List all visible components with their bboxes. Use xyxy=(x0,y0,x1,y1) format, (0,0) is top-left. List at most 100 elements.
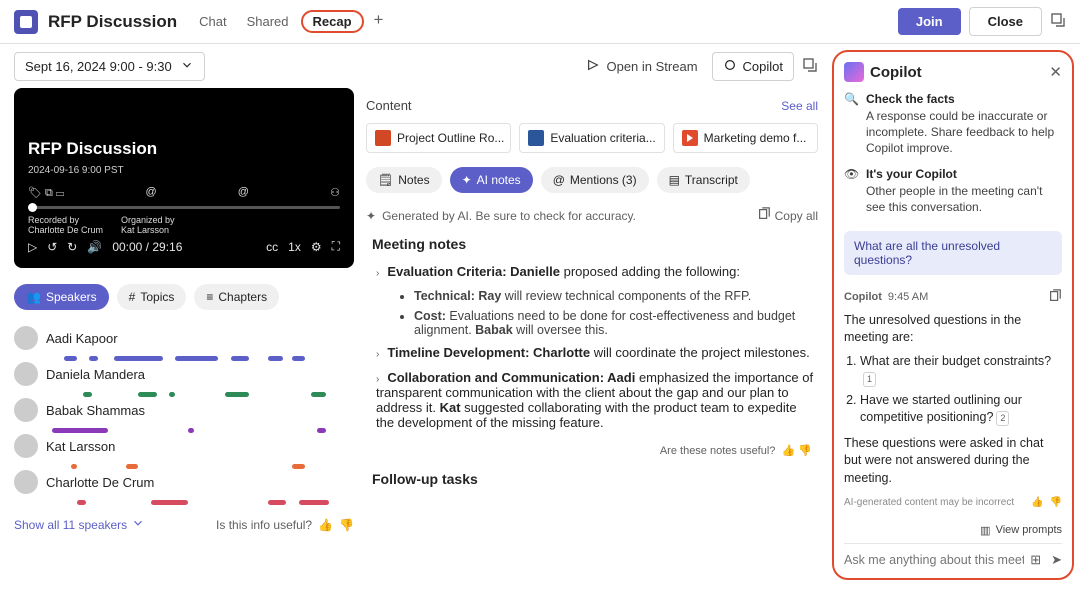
header-tabs: Chat Shared Recap + xyxy=(191,10,383,33)
speed-label[interactable]: 1x xyxy=(288,240,301,254)
speaker-row[interactable]: Babak Shammas xyxy=(14,398,354,422)
chevron-right-icon[interactable]: › xyxy=(376,374,379,385)
speaker-name: Aadi Kapoor xyxy=(46,331,118,346)
attachment-card[interactable]: Evaluation criteria... xyxy=(519,123,664,153)
sparkle-icon: ✦ xyxy=(462,173,472,187)
thumbs-up-icon[interactable]: 👍 xyxy=(318,518,333,532)
open-in-stream-link[interactable]: Open in Stream xyxy=(586,58,697,75)
copy-icon xyxy=(757,207,771,224)
copy-icon[interactable] xyxy=(1048,289,1062,306)
people-icon: 👥 xyxy=(26,290,41,304)
play-icon[interactable]: ▷ xyxy=(28,240,37,254)
speaker-timeline[interactable] xyxy=(46,428,354,434)
useful-text: Is this info useful? xyxy=(216,518,312,532)
ref-badge[interactable]: 1 xyxy=(863,372,876,387)
notes-icon: 🗒 xyxy=(378,173,393,187)
attachment-card[interactable]: Marketing demo f... xyxy=(673,123,818,153)
meeting-notes: Meeting notes›Evaluation Criteria: Danie… xyxy=(366,236,818,499)
close-icon[interactable]: ✕ xyxy=(1049,63,1062,81)
view-topics[interactable]: #Topics xyxy=(117,284,187,310)
add-tab-button[interactable]: + xyxy=(374,10,384,33)
attachment-card[interactable]: Project Outline Ro... xyxy=(366,123,511,153)
yours-title: It's your Copilot xyxy=(866,167,1062,181)
speaker-timeline[interactable] xyxy=(46,356,354,362)
speaker-row[interactable]: Charlotte De Crum xyxy=(14,470,354,494)
content-heading: Content xyxy=(366,98,412,113)
view-prompts-button[interactable]: ▥ View prompts xyxy=(844,518,1062,543)
tab-ai-notes[interactable]: ✦AI notes xyxy=(450,167,533,193)
close-button[interactable]: Close xyxy=(969,7,1042,36)
speaker-name: Charlotte De Crum xyxy=(46,475,154,490)
followup-heading: Follow-up tasks xyxy=(372,471,814,487)
tab-notes[interactable]: 🗒Notes xyxy=(366,167,442,193)
tab-chat[interactable]: Chat xyxy=(191,10,234,33)
sub-header: Sept 16, 2024 9:00 - 9:30 Open in Stream… xyxy=(0,44,832,88)
transcript-icon: ▤ xyxy=(669,173,680,187)
skip-back-icon[interactable]: ↺ xyxy=(47,240,57,254)
date-picker[interactable]: Sept 16, 2024 9:00 - 9:30 xyxy=(14,52,205,81)
app-icon xyxy=(14,10,38,34)
fullscreen-icon[interactable]: ⛶ xyxy=(332,239,340,254)
send-icon[interactable]: ➤ xyxy=(1051,552,1062,568)
tab-transcript[interactable]: ▤Transcript xyxy=(657,167,750,193)
copilot-time: 9:45 AM xyxy=(888,291,928,303)
attachment-label: Evaluation criteria... xyxy=(550,131,655,145)
chevron-right-icon[interactable]: › xyxy=(376,349,379,360)
tab-shared[interactable]: Shared xyxy=(239,10,297,33)
speaker-timeline[interactable] xyxy=(46,464,354,470)
stream-icon xyxy=(586,58,600,75)
chevron-down-icon xyxy=(180,58,194,75)
grid-icon[interactable]: ⊞ xyxy=(1030,552,1041,568)
date-text: Sept 16, 2024 9:00 - 9:30 xyxy=(25,59,172,74)
avatar xyxy=(14,326,38,350)
speaker-name: Babak Shammas xyxy=(46,403,145,418)
app-header: RFP Discussion Chat Shared Recap + Join … xyxy=(0,0,1080,44)
popout-icon[interactable] xyxy=(802,57,818,76)
speaker-row[interactable]: Daniela Mandera xyxy=(14,362,354,386)
video-player[interactable]: RFP Discussion 2024-09-16 9:00 PST 🏷 ⧉ ▭… xyxy=(14,88,354,268)
tab-mentions[interactable]: @Mentions (3) xyxy=(541,167,649,193)
show-all-speakers[interactable]: Show all 11 speakers xyxy=(14,518,127,532)
thumbs-up-icon[interactable]: 👍 xyxy=(1031,497,1043,508)
copilot-input[interactable] xyxy=(844,553,1024,567)
copilot-panel: Copilot ✕ 🔍 Check the facts A response c… xyxy=(832,50,1074,580)
copy-all-button[interactable]: Copy all xyxy=(757,207,818,224)
attachment-label: Marketing demo f... xyxy=(704,131,807,145)
video-progress-bar[interactable] xyxy=(28,206,340,209)
thumbs-up-icon[interactable]: 👍 xyxy=(782,445,796,457)
see-all-link[interactable]: See all xyxy=(781,99,818,113)
thumbs-down-icon[interactable]: 👎 xyxy=(798,445,812,457)
thumbs-down-icon[interactable]: 👎 xyxy=(1050,497,1062,508)
skip-fwd-icon[interactable]: ↻ xyxy=(67,240,77,254)
speaker-row[interactable]: Aadi Kapoor xyxy=(14,326,354,350)
thumbs-down-icon[interactable]: 👎 xyxy=(339,518,354,532)
avatar xyxy=(14,470,38,494)
copilot-toggle[interactable]: Copilot xyxy=(712,52,794,81)
join-button[interactable]: Join xyxy=(898,8,961,35)
ppt-icon xyxy=(375,130,391,146)
user-prompt-chip[interactable]: What are all the unresolved questions? xyxy=(844,231,1062,275)
avatar xyxy=(14,398,38,422)
popout-icon[interactable] xyxy=(1050,12,1066,31)
copilot-logo-icon xyxy=(844,62,864,82)
chevron-right-icon[interactable]: › xyxy=(376,268,379,279)
speaker-row[interactable]: Kat Larsson xyxy=(14,434,354,458)
speakers-list: Aadi Kapoor Daniela Mandera Babak Shamma… xyxy=(14,326,354,506)
speaker-timeline[interactable] xyxy=(46,392,354,398)
hash-icon: # xyxy=(129,290,136,304)
view-speakers[interactable]: 👥Speakers xyxy=(14,284,109,310)
notes-useful: Are these notes useful? 👍 👎 xyxy=(372,444,812,457)
copilot-icon xyxy=(723,58,737,75)
cc-icon[interactable]: cc xyxy=(266,240,278,254)
volume-icon[interactable]: 🔊 xyxy=(87,240,102,254)
ref-badge[interactable]: 2 xyxy=(996,411,1009,426)
list-icon: ≡ xyxy=(206,290,213,304)
speaker-timeline[interactable] xyxy=(46,500,354,506)
tab-recap[interactable]: Recap xyxy=(301,10,364,33)
video-datetime: 2024-09-16 9:00 PST xyxy=(28,165,340,176)
settings-icon[interactable]: ⚙ xyxy=(311,240,322,254)
note-item: ›Collaboration and Communication: Aadi e… xyxy=(372,370,814,430)
video-title: RFP Discussion xyxy=(28,139,340,159)
view-chapters[interactable]: ≡Chapters xyxy=(194,284,279,310)
search-icon: 🔍 xyxy=(844,92,858,157)
